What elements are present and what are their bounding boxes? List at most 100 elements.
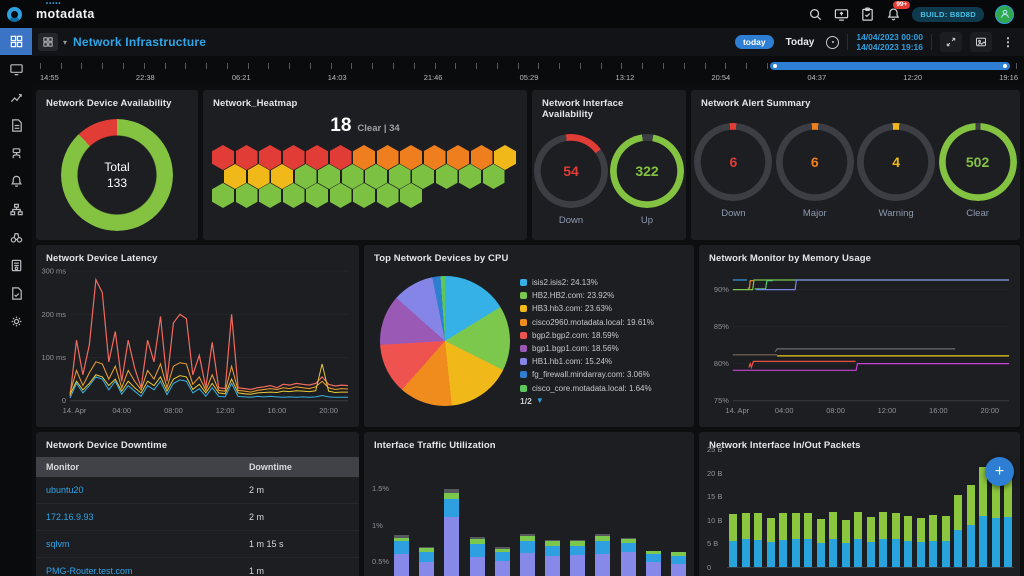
memory-line-chart[interactable]: 90%85%80%75%14. Apr04:0008:0012:0016:002… [703, 265, 1016, 425]
motadata-logo-icon[interactable] [7, 7, 22, 22]
availability-donut-chart[interactable]: Total 133 [61, 119, 173, 231]
stacked-bar[interactable] [792, 513, 800, 567]
table-row[interactable]: 172.16.9.932 m [36, 504, 359, 531]
stacked-bar[interactable] [767, 518, 775, 568]
table-row[interactable]: PMG-Router.test.com1 m [36, 558, 359, 576]
snapshot-icon[interactable] [970, 32, 992, 52]
legend-item[interactable]: cisco_core.motadata.local: 1.64% [520, 384, 654, 393]
stacked-bar[interactable] [854, 512, 862, 567]
stacked-bar[interactable] [742, 513, 750, 567]
stacked-bar[interactable] [495, 547, 510, 576]
stacked-bar[interactable] [942, 516, 950, 567]
stacked-bar[interactable] [829, 512, 837, 567]
stacked-bar[interactable] [892, 513, 900, 567]
legend-item[interactable]: fg_firewall.mindarray.com: 3.06% [520, 370, 654, 379]
stacked-bar[interactable] [817, 519, 825, 567]
sidebar-item-alerts[interactable] [0, 168, 32, 195]
search-icon[interactable] [808, 7, 823, 22]
bar-segment [992, 518, 1000, 567]
dashboard-grid-button[interactable] [38, 33, 58, 51]
sidebar-item-monitors[interactable] [0, 56, 32, 83]
stacked-bar[interactable] [621, 538, 636, 576]
stacked-bar[interactable] [842, 520, 850, 567]
monitor-link[interactable]: 172.16.9.93 [36, 504, 239, 531]
notifications-bell-icon[interactable]: 99+ [886, 7, 901, 22]
stacked-bar[interactable] [595, 534, 610, 576]
bar-segment [929, 541, 937, 567]
expand-icon[interactable] [940, 32, 962, 52]
legend-next-page-icon[interactable]: ▼ [536, 396, 544, 405]
stacked-bar[interactable] [671, 552, 686, 576]
cpu-pie-chart[interactable] [380, 276, 510, 406]
stacked-bar[interactable] [867, 517, 875, 567]
stacked-bar[interactable] [954, 495, 962, 567]
stacked-bar[interactable] [1004, 479, 1012, 567]
stacked-bar[interactable] [545, 540, 560, 576]
gauge-down[interactable]: 54Down [534, 134, 608, 226]
legend-item[interactable]: HB3.hb3.com: 23.63% [520, 304, 654, 313]
date-range[interactable]: 14/04/2023 00:00 14/04/2023 19:16 [856, 32, 923, 52]
stacked-bar[interactable] [967, 485, 975, 567]
stacked-bar[interactable] [394, 535, 409, 576]
legend-item[interactable]: cisco2960.motadata.local: 19.61% [520, 318, 654, 327]
stacked-bar[interactable] [779, 513, 787, 567]
stacked-bar[interactable] [754, 513, 762, 567]
stacked-bar[interactable] [979, 467, 987, 567]
gauge-warning[interactable]: 4Warning [857, 123, 935, 219]
sidebar-item-dashboards[interactable] [0, 28, 32, 55]
stacked-bar[interactable] [729, 514, 737, 567]
gauge-major[interactable]: 6Major [776, 123, 854, 219]
stacked-bar[interactable] [804, 513, 812, 567]
time-range-slider[interactable] [770, 62, 1010, 70]
stacked-bar[interactable] [419, 547, 434, 576]
time-history-icon[interactable] [826, 36, 839, 49]
more-options-icon[interactable]: ⋮ [1000, 35, 1016, 49]
legend-item[interactable]: HB2.HB2.com: 23.92% [520, 291, 654, 300]
sidebar-item-settings[interactable] [0, 308, 32, 335]
stacked-bar[interactable] [929, 515, 937, 567]
sidebar-item-inventory[interactable] [0, 252, 32, 279]
gauge-clear[interactable]: 502Clear [939, 123, 1017, 219]
svg-text:20:00: 20:00 [980, 406, 999, 415]
monitor-link[interactable]: sqlvm [36, 531, 239, 558]
monitor-link[interactable]: PMG-Router.test.com [36, 558, 239, 576]
sidebar-item-logs[interactable] [0, 112, 32, 139]
sidebar-item-reports[interactable] [0, 280, 32, 307]
user-avatar[interactable] [995, 5, 1014, 24]
monitor-link[interactable]: ubuntu20 [36, 477, 239, 504]
column-header[interactable]: Downtime [239, 457, 359, 477]
stacked-bar[interactable] [444, 489, 459, 576]
sidebar-item-topology[interactable] [0, 196, 32, 223]
time-range-timeline[interactable]: 14:5522:3806:2114:0321:4605:2913:1220:54… [32, 56, 1024, 86]
gauge-up[interactable]: 322Up [610, 134, 684, 226]
legend-item[interactable]: bgp2.bgp2.com: 18.59% [520, 331, 654, 340]
legend-item[interactable]: bgp1.bgp1.com: 18.56% [520, 344, 654, 353]
screen-share-icon[interactable] [834, 7, 849, 22]
stacked-bar[interactable] [520, 534, 535, 576]
stacked-bar[interactable] [992, 473, 1000, 567]
add-widget-fab-button[interactable]: + [985, 457, 1014, 486]
stacked-bar[interactable] [470, 537, 485, 576]
hex-cell[interactable] [212, 183, 234, 208]
latency-line-chart[interactable]: 300 ms200 ms100 ms014. Apr04:0008:0012:0… [40, 265, 355, 425]
legend-item[interactable]: HB1.hb1.com: 15.24% [520, 357, 654, 366]
gauge-down[interactable]: 6Down [694, 123, 772, 219]
stacked-bar[interactable] [646, 551, 661, 576]
legend-item[interactable]: isis2.isis2: 24.13% [520, 278, 654, 287]
table-row[interactable]: ubuntu202 m [36, 477, 359, 504]
sidebar-item-metrics[interactable] [0, 84, 32, 111]
task-checklist-icon[interactable] [860, 7, 875, 22]
bar-segment [545, 556, 560, 576]
table-row[interactable]: sqlvm1 m 15 s [36, 531, 359, 558]
today-filter-pill[interactable]: today [735, 35, 774, 49]
stacked-bar[interactable] [570, 540, 585, 576]
stacked-bar[interactable] [904, 516, 912, 568]
column-header[interactable]: Monitor [36, 457, 239, 477]
legend-swatch [520, 279, 527, 286]
stacked-bar[interactable] [917, 518, 925, 567]
sidebar-item-discovery[interactable] [0, 224, 32, 251]
sidebar-item-flow-analysis[interactable] [0, 140, 32, 167]
stacked-bar[interactable] [879, 512, 887, 567]
chevron-down-icon[interactable]: ▾ [63, 38, 67, 47]
page-title[interactable]: Network Infrastructure [73, 35, 206, 49]
